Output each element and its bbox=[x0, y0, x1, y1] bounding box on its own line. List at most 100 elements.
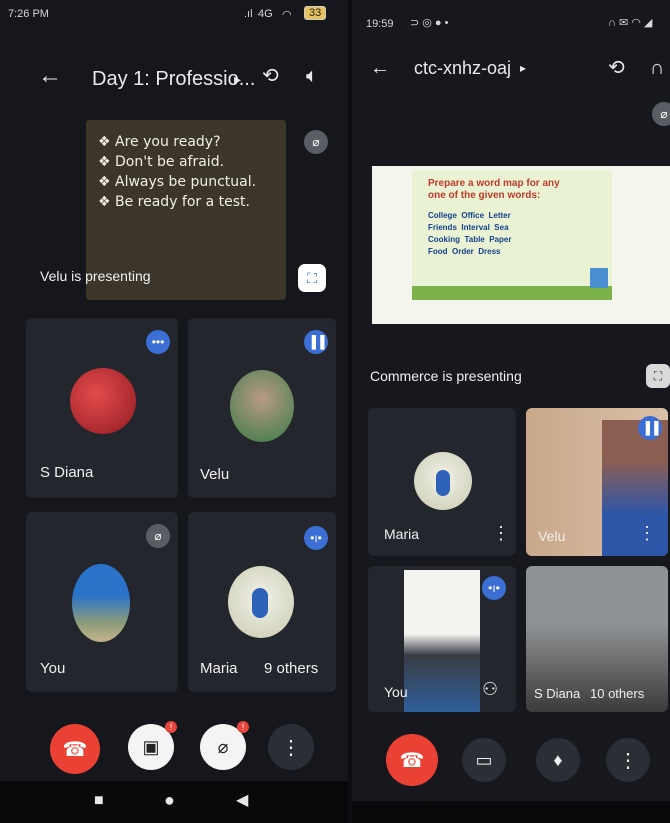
word: Dress bbox=[478, 247, 501, 256]
participant-name: S Diana bbox=[534, 686, 581, 701]
mic-toggle-button[interactable]: ♦ bbox=[536, 738, 580, 782]
slide-heading: Prepare a word map for any one of the gi… bbox=[428, 178, 560, 201]
audio-level-icon: ▐▐ bbox=[638, 416, 662, 440]
bird-shape bbox=[252, 588, 268, 618]
switch-camera-icon[interactable]: ⟲ bbox=[608, 58, 625, 78]
books-decoration bbox=[590, 268, 608, 288]
mic-off-icon: ⌀ bbox=[146, 524, 170, 548]
participant-name: You bbox=[40, 660, 66, 677]
more-options-button[interactable]: ⋮ bbox=[268, 724, 314, 770]
camera-toggle-button[interactable]: ▣ ! bbox=[128, 721, 177, 770]
mic-off-icon: ⌀ bbox=[304, 130, 328, 154]
participant-name: Maria bbox=[200, 660, 238, 677]
phone-hangup-icon: ☎ bbox=[399, 749, 425, 772]
participant-name: Velu bbox=[200, 466, 230, 483]
more-vert-icon[interactable]: ⋮ bbox=[492, 524, 510, 542]
word: Paper bbox=[489, 235, 512, 244]
home-icon[interactable]: ● bbox=[164, 791, 175, 809]
chevron-right-icon[interactable]: ▸ bbox=[234, 72, 241, 86]
camera-off-icon: ▣ bbox=[142, 736, 160, 757]
audio-level-icon: •ı• bbox=[482, 576, 506, 600]
more-vert-icon: ⋮ bbox=[618, 749, 638, 772]
slide-line: ❖ Don't be afraid. bbox=[98, 154, 225, 170]
meeting-header: ← ctc-xnhz-oaj ▸ ⟲ ∩ bbox=[352, 52, 670, 112]
participant-name: Maria bbox=[384, 526, 420, 542]
word: Sea bbox=[494, 223, 509, 232]
bird-shape bbox=[436, 470, 450, 496]
notification-icon: ⊃ ◎ ● • bbox=[410, 17, 449, 29]
word: Interval bbox=[461, 223, 490, 232]
video-feed bbox=[404, 570, 480, 712]
more-vert-icon[interactable]: ⋮ bbox=[638, 524, 656, 542]
slide-card: Prepare a word map for any one of the gi… bbox=[412, 170, 612, 300]
camera-icon[interactable]: ⚇ bbox=[482, 680, 498, 698]
word: Office bbox=[461, 211, 485, 220]
status-bar: 19:59 ⊃ ◎ ● • ∩ ✉ ◠ ◢ bbox=[352, 0, 670, 30]
mic-off-icon: ⌀ bbox=[652, 102, 670, 126]
camera-toggle-button[interactable]: ▭ bbox=[462, 738, 506, 782]
audio-level-icon: •ı• bbox=[304, 526, 328, 550]
fullscreen-icon[interactable]: ⛶ bbox=[298, 264, 326, 292]
avatar bbox=[230, 370, 294, 442]
status-time: 7:26 PM bbox=[8, 8, 49, 20]
right-phone-screen: 19:59 ⊃ ◎ ● • ∩ ✉ ◠ ◢ ← ctc-xnhz-oaj ▸ ⟲… bbox=[352, 0, 670, 823]
word: Friends bbox=[428, 223, 457, 232]
end-call-button[interactable]: ☎ bbox=[50, 724, 100, 774]
status-time: 19:59 bbox=[366, 18, 394, 30]
system-nav-bar bbox=[352, 801, 670, 823]
meeting-code[interactable]: ctc-xnhz-oaj bbox=[414, 58, 511, 79]
wifi-icon: ◠ bbox=[282, 9, 292, 21]
presentation-slide: Prepare a word map for any one of the gi… bbox=[372, 166, 670, 324]
others-count[interactable]: 10 others bbox=[590, 686, 644, 701]
battery-icon: 33 bbox=[304, 6, 327, 20]
meeting-title[interactable]: Day 1: Professio... bbox=[92, 68, 255, 91]
word: Letter bbox=[488, 211, 511, 220]
word: Order bbox=[452, 247, 474, 256]
warning-badge: ! bbox=[165, 721, 177, 733]
participant-tile[interactable]: S Diana 10 others bbox=[526, 566, 668, 712]
end-call-button[interactable]: ☎ bbox=[386, 734, 438, 786]
avatar bbox=[70, 368, 136, 434]
status-bar: 7:26 PM .ıl 4G ◠ 33 bbox=[0, 0, 348, 26]
mic-toggle-button[interactable]: ⌀ ! bbox=[200, 721, 249, 770]
mic-off-icon: ⌀ bbox=[217, 736, 229, 757]
slide-line: ❖ Are you ready? bbox=[98, 134, 221, 150]
participant-name: Velu bbox=[538, 528, 566, 544]
word: Table bbox=[464, 235, 485, 244]
warning-badge: ! bbox=[237, 721, 249, 733]
system-nav-bar: ■ ● ◀ bbox=[0, 781, 348, 823]
slide-line: ❖ Always be punctual. bbox=[98, 174, 257, 190]
participant-name: You bbox=[384, 684, 408, 700]
back-arrow-icon[interactable]: ← bbox=[38, 64, 62, 88]
video-feed bbox=[602, 420, 668, 556]
more-vert-icon: ⋮ bbox=[281, 736, 301, 759]
signal-icon: .ıl bbox=[244, 8, 253, 20]
avatar bbox=[228, 566, 294, 638]
switch-camera-icon[interactable]: ⟲ bbox=[262, 66, 279, 86]
presenting-caption: Velu is presenting bbox=[40, 268, 151, 284]
participant-tile[interactable]: Maria ⋮ bbox=[368, 408, 516, 556]
word: Food bbox=[428, 247, 448, 256]
left-phone-screen: 7:26 PM .ıl 4G ◠ 33 ← Day 1: Professio..… bbox=[0, 0, 348, 823]
audio-level-icon: ▐▐ bbox=[304, 330, 328, 354]
others-count[interactable]: 9 others bbox=[264, 660, 318, 677]
word: Cooking bbox=[428, 235, 460, 244]
chevron-right-icon[interactable]: ▸ bbox=[520, 62, 526, 74]
avatar bbox=[414, 452, 472, 510]
recents-icon[interactable]: ■ bbox=[94, 793, 104, 809]
fullscreen-icon[interactable]: ⛶ bbox=[646, 364, 670, 388]
avatar bbox=[72, 564, 130, 642]
word-grid: College Office Letter Friends Interval S… bbox=[428, 210, 511, 258]
word: College bbox=[428, 211, 457, 220]
network-type: 4G bbox=[258, 8, 273, 20]
back-icon[interactable]: ◀ bbox=[236, 793, 248, 809]
headphones-icon[interactable]: ∩ bbox=[650, 58, 664, 78]
mic-icon: ♦ bbox=[553, 749, 563, 770]
speaker-icon[interactable]: 🔈︎ bbox=[306, 66, 318, 86]
status-icons: ∩ ✉ ◠ ◢ bbox=[608, 17, 653, 29]
meeting-header: ← Day 1: Professio... ▸ ⟲ 🔈︎ bbox=[0, 52, 348, 112]
presenting-caption: Commerce is presenting bbox=[370, 368, 522, 384]
more-options-button[interactable]: ⋮ bbox=[606, 738, 650, 782]
more-options-icon[interactable]: ••• bbox=[146, 330, 170, 354]
back-arrow-icon[interactable]: ← bbox=[370, 58, 390, 78]
